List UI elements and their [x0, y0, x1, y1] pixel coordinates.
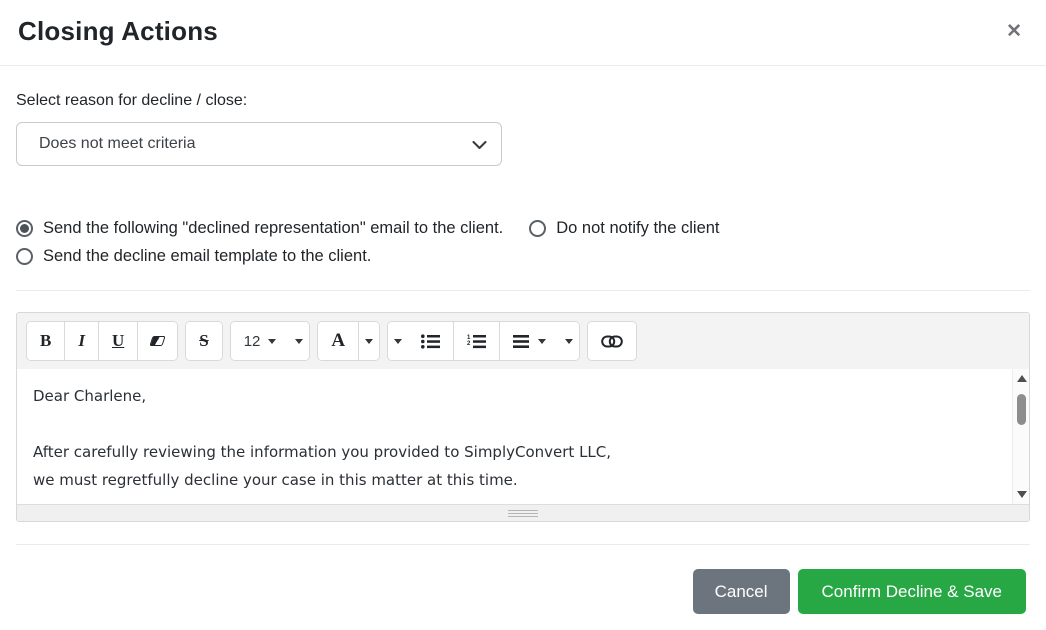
radio-option-send-template[interactable]: Send the decline email template to the c…: [16, 247, 371, 266]
reason-select[interactable]: Does not meet criteria: [16, 122, 502, 166]
dropdown-caret-icon: [365, 339, 374, 348]
modal-header: Closing Actions ✕: [0, 0, 1046, 66]
modal-body: Select reason for decline / close: Does …: [0, 92, 1046, 545]
bullet-list-icon: [421, 333, 441, 349]
strikethrough-group: S: [185, 321, 223, 361]
reason-label: Select reason for decline / close:: [16, 92, 248, 109]
radio-label: Do not notify the client: [556, 218, 720, 237]
dropdown-caret-icon: [565, 339, 574, 348]
svg-text:1: 1: [467, 334, 471, 340]
editor-line: Dear Charlene,: [33, 387, 147, 405]
reason-select-value: Does not meet criteria: [39, 135, 196, 152]
dropdown-caret-icon: [394, 339, 403, 348]
scrollbar-thumb[interactable]: [1017, 394, 1026, 425]
divider: [16, 290, 1030, 291]
underline-button[interactable]: U: [97, 322, 138, 360]
insert-group: [587, 321, 638, 361]
numbered-list-icon: 1 2: [467, 334, 487, 348]
font-color-button[interactable]: A: [318, 322, 359, 360]
font-size-group: 12: [229, 321, 311, 361]
dropdown-caret-icon: [268, 339, 277, 348]
chain-link-icon: [601, 335, 623, 347]
grip-lines-icon: [508, 508, 538, 519]
scroll-down-button[interactable]: [1013, 486, 1029, 503]
page-title: Closing Actions: [18, 16, 218, 46]
radio-unselected-icon[interactable]: [529, 219, 547, 237]
triangle-down-icon: [1016, 491, 1027, 503]
ordered-list-button[interactable]: 1 2: [453, 322, 500, 360]
rich-text-editor: B I U S 12 A 1 2 Dear Charlene, After ca…: [16, 312, 1030, 522]
editor-toolbar: B I U S 12 A 1 2: [17, 313, 1029, 369]
email-body-editor[interactable]: Dear Charlene, After carefully reviewing…: [17, 369, 1029, 504]
editor-scrollbar[interactable]: [1012, 369, 1029, 504]
notify-options: Send the following "declined representat…: [16, 214, 1030, 270]
clear-format-button[interactable]: [137, 322, 178, 360]
eraser-icon: [149, 336, 166, 346]
radio-selected-icon[interactable]: [16, 219, 33, 237]
dropdown-caret-icon: [295, 339, 304, 348]
scroll-up-button[interactable]: [1013, 370, 1029, 387]
paragraph-group: 1 2: [387, 321, 581, 361]
radio-unselected-icon[interactable]: [16, 247, 33, 265]
radio-label: Send the decline email template to the c…: [43, 246, 372, 265]
font-style-group: B I U: [26, 321, 179, 361]
editor-line: we must regretfully decline your case in…: [33, 471, 518, 489]
chevron-down-icon: [472, 140, 487, 149]
list-style-dropdown[interactable]: [388, 322, 409, 360]
font-color-dropdown[interactable]: [358, 322, 380, 360]
editor-resize-handle[interactable]: [17, 504, 1029, 521]
unordered-list-button[interactable]: [408, 322, 454, 360]
line-height-dropdown[interactable]: [559, 322, 580, 360]
svg-text:2: 2: [467, 341, 471, 347]
bold-button[interactable]: B: [27, 322, 65, 360]
close-button[interactable]: ✕: [1006, 16, 1028, 41]
strikethrough-button[interactable]: S: [186, 322, 222, 360]
radio-option-send-following-email[interactable]: Send the following "declined representat…: [16, 219, 503, 238]
editor-line: After carefully reviewing the informatio…: [33, 443, 612, 461]
dropdown-caret-icon: [538, 339, 547, 348]
confirm-decline-save-button[interactable]: Confirm Decline & Save: [797, 569, 1026, 614]
paragraph-align-dropdown[interactable]: [499, 322, 560, 360]
font-size-unit-dropdown[interactable]: [289, 322, 310, 360]
italic-button[interactable]: I: [64, 322, 98, 360]
link-button[interactable]: [588, 322, 637, 360]
align-lines-icon: [513, 334, 530, 348]
font-color-group: A: [317, 321, 381, 361]
font-size-dropdown[interactable]: 12: [230, 322, 290, 360]
radio-label: Send the following "declined representat…: [43, 218, 504, 237]
modal-footer: Cancel Confirm Decline & Save: [0, 545, 1046, 626]
radio-option-do-not-notify[interactable]: Do not notify the client: [529, 218, 720, 238]
font-size-value: 12: [243, 332, 261, 350]
cancel-button[interactable]: Cancel: [692, 569, 790, 614]
close-icon: ✕: [1006, 21, 1022, 42]
triangle-up-icon: [1016, 370, 1027, 382]
